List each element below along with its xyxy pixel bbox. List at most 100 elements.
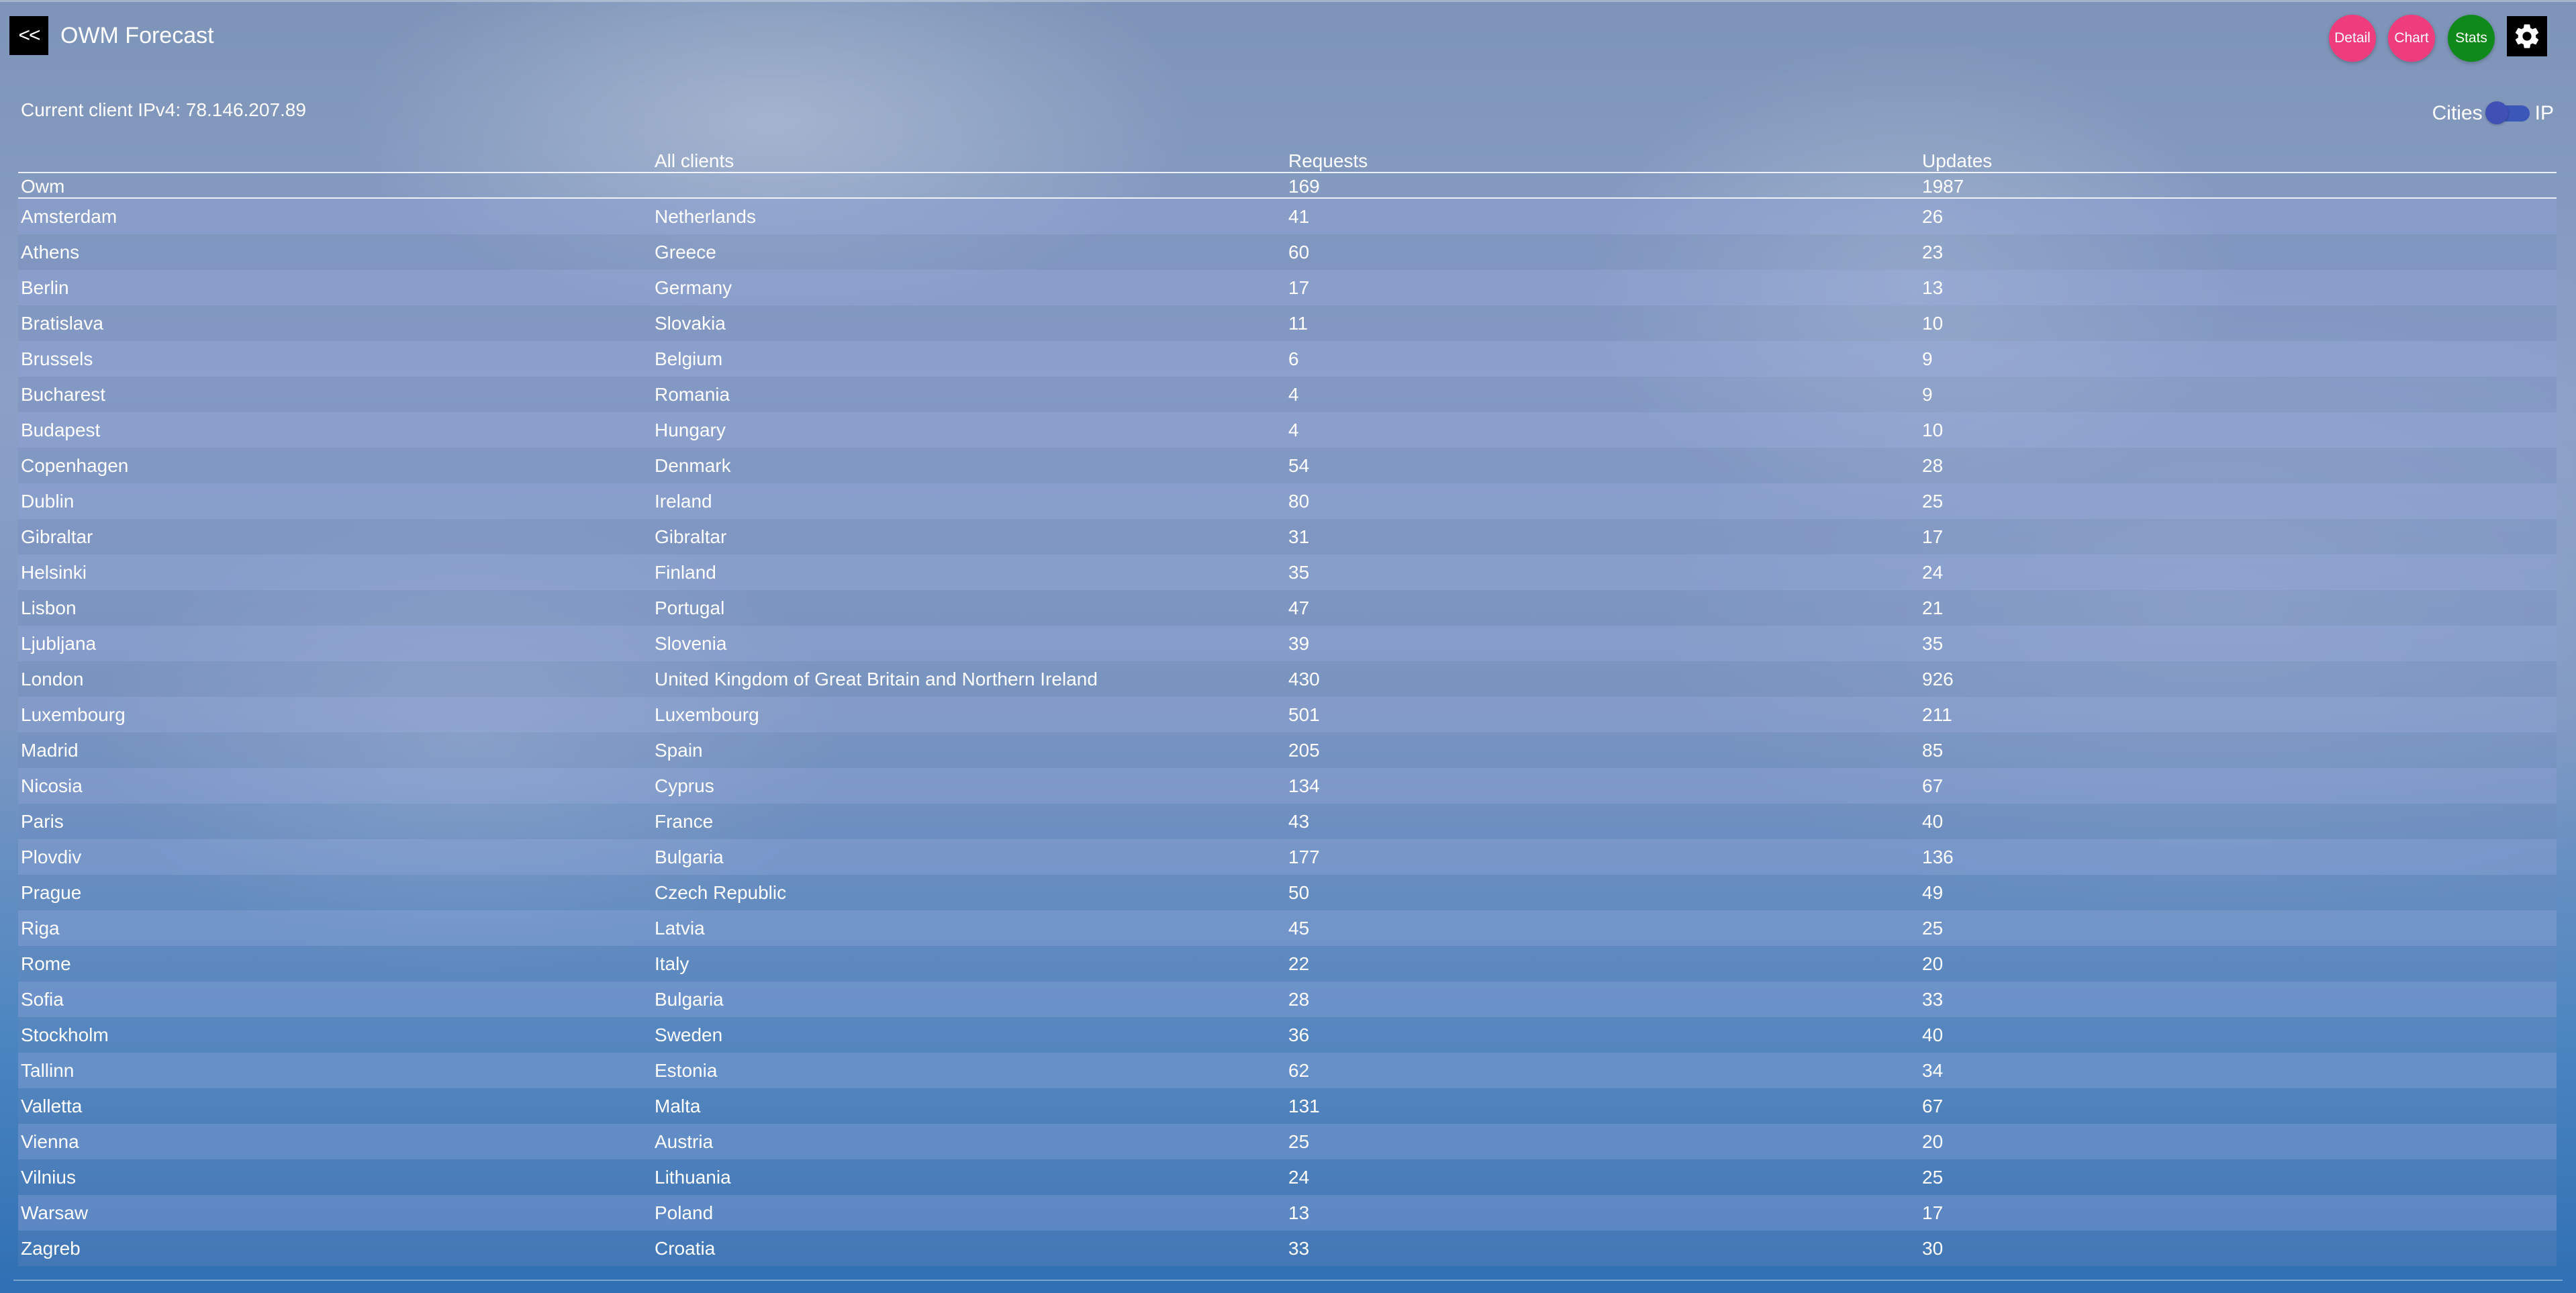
requests-cell: 134: [1288, 775, 1320, 796]
gear-icon: [2515, 24, 2539, 48]
table-row: Dublin Ireland 80 25: [18, 483, 2557, 519]
table-row: Gibraltar Gibraltar 31 17: [18, 519, 2557, 555]
table-row: Tallinn Estonia 62 34: [18, 1053, 2557, 1088]
table-row: Luxembourg Luxembourg 501 211: [18, 697, 2557, 732]
city-cell: Vilnius: [21, 1166, 76, 1188]
country-cell: Belgium: [655, 348, 723, 369]
country-cell: Denmark: [655, 454, 731, 476]
country-cell: Slovenia: [655, 632, 727, 654]
requests-cell: 430: [1288, 668, 1320, 689]
city-cell: Warsaw: [21, 1202, 89, 1223]
requests-cell: 35: [1288, 561, 1310, 583]
city-cell: Ljubljana: [21, 632, 97, 654]
requests-cell: 33: [1288, 1237, 1310, 1259]
updates-cell: 136: [1922, 846, 1954, 867]
country-cell: Slovakia: [655, 312, 726, 334]
country-cell: Spain: [655, 739, 703, 761]
requests-cell: 205: [1288, 739, 1320, 761]
country-cell: Luxembourg: [655, 704, 759, 725]
updates-cell: 20: [1922, 1131, 1944, 1152]
requests-cell: 39: [1288, 632, 1310, 654]
city-cell: Madrid: [21, 739, 79, 761]
updates-cell: 67: [1922, 1095, 1944, 1116]
updates-cell: 9: [1922, 348, 1933, 369]
country-cell: Lithuania: [655, 1166, 731, 1188]
city-cell: Lisbon: [21, 597, 77, 618]
bottom-divider: [13, 1280, 2563, 1281]
country-cell: Bulgaria: [655, 846, 724, 867]
updates-cell: 10: [1922, 419, 1944, 440]
requests-cell: 177: [1288, 846, 1320, 867]
table-body: Amsterdam Netherlands 41 26 Athens Greece 60 23…: [18, 199, 2557, 1266]
country-cell: United Kingdom of Great Britain and Nort…: [655, 668, 1098, 689]
toggle-switch[interactable]: [2485, 101, 2530, 124]
table-row: Vilnius Lithuania 24 25: [18, 1159, 2557, 1195]
country-cell: Ireland: [655, 490, 712, 512]
country-cell: Italy: [655, 953, 689, 974]
column-header-updates: Updates: [1922, 150, 1993, 171]
updates-cell: 35: [1922, 632, 1944, 654]
city-cell: Dublin: [21, 490, 75, 512]
city-cell: Bratislava: [21, 312, 103, 334]
updates-cell: 30: [1922, 1237, 1944, 1259]
country-cell: Germany: [655, 277, 732, 298]
city-cell: Vienna: [21, 1131, 79, 1152]
updates-cell: 40: [1922, 810, 1944, 832]
country-cell: France: [655, 810, 714, 832]
updates-cell: 9: [1922, 383, 1933, 405]
updates-cell: 26: [1922, 205, 1944, 227]
country-cell: Bulgaria: [655, 988, 724, 1010]
table-row: Athens Greece 60 23: [18, 234, 2557, 270]
updates-cell: 85: [1922, 739, 1944, 761]
back-button[interactable]: <<: [9, 16, 48, 55]
requests-cell: 4: [1288, 419, 1299, 440]
table-row: Amsterdam Netherlands 41 26: [18, 199, 2557, 234]
table-row: Berlin Germany 17 13: [18, 270, 2557, 305]
city-cell: Tallinn: [21, 1059, 75, 1081]
city-cell: Brussels: [21, 348, 93, 369]
table-row: Bratislava Slovakia 11 10: [18, 305, 2557, 341]
table-row: Riga Latvia 45 25: [18, 910, 2557, 946]
city-cell: Paris: [21, 810, 64, 832]
toggle-label-ip: IP: [2534, 102, 2554, 124]
requests-cell: 25: [1288, 1131, 1310, 1152]
country-cell: Croatia: [655, 1237, 716, 1259]
city-cell: London: [21, 668, 84, 689]
page-title: OWM Forecast: [60, 23, 214, 48]
table-row: Bucharest Romania 4 9: [18, 377, 2557, 412]
city-cell: Valletta: [21, 1095, 83, 1116]
city-cell: Athens: [21, 241, 80, 262]
requests-cell: 36: [1288, 1024, 1310, 1045]
requests-cell: 11: [1288, 312, 1308, 334]
requests-cell: 4: [1288, 383, 1299, 405]
app-header: << OWM Forecast Detail Chart Stats: [0, 0, 2576, 74]
toggle-label-cities: Cities: [2432, 102, 2483, 124]
country-cell: Romania: [655, 383, 730, 405]
city-cell: Amsterdam: [21, 205, 117, 227]
updates-cell: 10: [1922, 312, 1944, 334]
chart-button[interactable]: Chart: [2388, 15, 2435, 62]
city-cell: Sofia: [21, 988, 64, 1010]
column-header-all-clients: All clients: [655, 150, 734, 171]
table-header-row: All clients Requests Updates: [18, 145, 2557, 173]
city-cell: Gibraltar: [21, 526, 93, 547]
country-cell: Cyprus: [655, 775, 714, 796]
city-cell: Prague: [21, 881, 82, 903]
updates-cell: 24: [1922, 561, 1944, 583]
table-row: Rome Italy 22 20: [18, 946, 2557, 981]
settings-button[interactable]: [2507, 16, 2547, 56]
table-row: Copenhagen Denmark 54 28: [18, 448, 2557, 483]
country-cell: Greece: [655, 241, 716, 262]
country-cell: Latvia: [655, 917, 705, 939]
requests-cell: 54: [1288, 454, 1310, 476]
detail-button[interactable]: Detail: [2329, 15, 2376, 62]
city-cell: Budapest: [21, 419, 101, 440]
stats-button[interactable]: Stats: [2448, 15, 2495, 62]
city-cell: Bucharest: [21, 383, 106, 405]
city-cell: Plovdiv: [21, 846, 82, 867]
requests-cell: 6: [1288, 348, 1299, 369]
updates-cell: 49: [1922, 881, 1944, 903]
table-row: Nicosia Cyprus 134 67: [18, 768, 2557, 804]
summary-requests: 169: [1288, 176, 1320, 197]
toggle-knob[interactable]: [2485, 101, 2508, 124]
